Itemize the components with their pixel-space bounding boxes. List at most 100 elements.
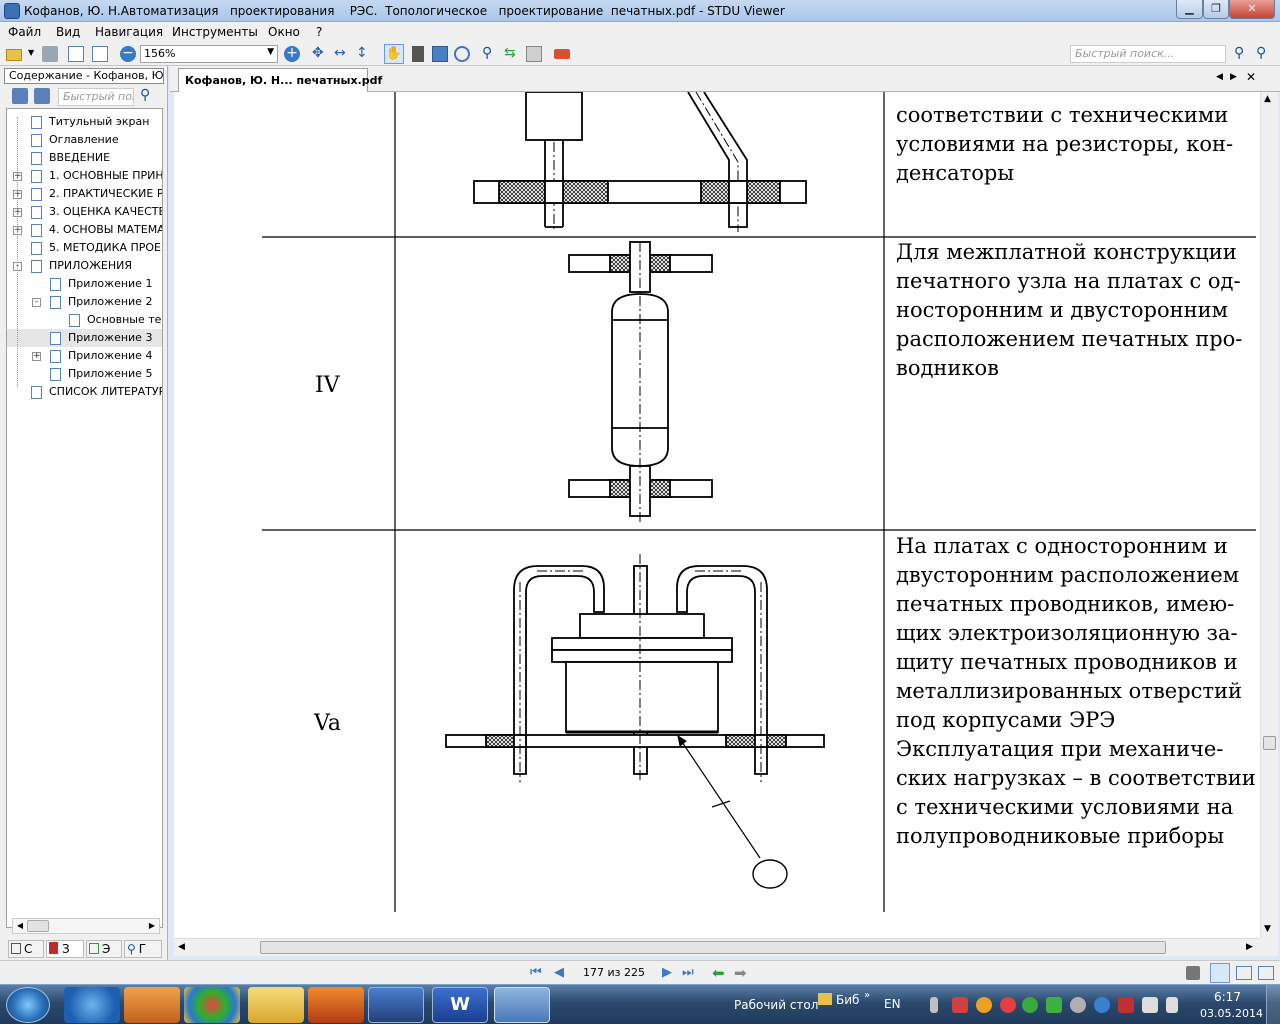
binoculars-icon[interactable]: ⚲ [482,46,498,62]
tree-item[interactable]: + Приложение 4 [7,347,162,365]
stdu-viewer-icon[interactable] [494,987,550,1023]
chevron-icon[interactable]: » [864,990,870,1001]
hand-tool-icon[interactable]: ✋ [384,44,404,64]
zoom-out-icon[interactable]: − [120,46,136,62]
sidebar-tab-bookmarks[interactable]: З [46,940,84,958]
open-folder-icon[interactable] [6,49,22,61]
tree-item[interactable]: Приложение 1 [7,275,162,293]
scroll-right-icon[interactable]: ▶ [1246,942,1253,952]
save-disk-icon[interactable] [368,987,424,1023]
word-icon[interactable]: W [432,987,488,1023]
search-next-icon[interactable]: ⚲ [1256,46,1272,62]
sidebar-horizontal-scrollbar[interactable]: ◀ ▶ [12,918,160,934]
matlab-icon[interactable] [308,987,364,1023]
tray-icon[interactable] [1046,997,1062,1013]
expand-all-icon[interactable] [12,88,28,104]
back-forward-icon[interactable]: ⇆ [504,46,520,62]
sidebar-tab-thumbnails[interactable]: Э [86,940,122,958]
clock-time[interactable]: 6:17 [1214,990,1241,1004]
document-view[interactable]: IV Va р ру соответствии с техническими у… [174,92,1260,938]
scroll-left-icon[interactable]: ◀ [13,919,27,933]
fit-width-icon[interactable]: ↔ [334,46,350,62]
tree-item[interactable]: СПИСОК ЛИТЕРАТУРЫ [7,383,162,401]
folder-label[interactable]: Биб [836,993,859,1007]
page-indicator[interactable]: 177 из 225 [580,964,648,982]
tree-item[interactable]: +4. ОСНОВЫ МАТЕМАТИЧЕСКОГО [7,221,162,239]
document-horizontal-scrollbar[interactable]: ◀ ▶ [174,938,1260,956]
text-select-icon[interactable] [412,46,424,62]
tab-close-icon[interactable]: ✕ [1246,70,1256,84]
collapse-all-icon[interactable] [34,88,50,104]
close-button[interactable]: ✕ [1229,0,1275,19]
image-select-icon[interactable] [432,46,448,62]
show-desktop-button[interactable] [1266,985,1280,1024]
minimize-button[interactable]: ▁ [1176,0,1203,19]
zoom-in-icon[interactable]: + [284,46,300,62]
internet-explorer-icon[interactable] [64,987,120,1023]
explorer-folder-icon[interactable] [248,987,304,1023]
single-page-icon[interactable] [68,46,84,62]
tree-item[interactable]: +2. ПРАКТИЧЕСКИЕ РЕКОМЕНДАЦИИ [7,185,162,203]
document-tab[interactable]: Кофанов, Ю. Н... печатных.pdf [178,68,382,92]
menu-view[interactable]: Вид [56,25,80,39]
sidebar-search-input[interactable]: Быстрый поиск [58,88,134,106]
tree-item[interactable]: ВВЕДЕНИЕ [7,149,162,167]
tray-icon[interactable] [952,997,968,1013]
sidebar-tab-search[interactable]: ⚲ Г [124,940,162,958]
history-back-icon[interactable]: ⬅ [712,964,725,982]
vertical-scroll-thumb[interactable] [1263,736,1276,750]
clock-date[interactable]: 03.05.2014 [1200,1007,1263,1020]
menu-window[interactable]: Окно [268,25,300,39]
maximize-button[interactable]: ❐ [1203,0,1229,19]
tray-icon[interactable] [976,997,992,1013]
tray-icon[interactable] [1070,997,1086,1013]
menu-tools[interactable]: Инструменты [172,25,258,39]
fit-height-icon[interactable]: ↕ [356,46,372,62]
single-page-view-icon[interactable] [1210,963,1230,983]
contents-tab[interactable]: Содержание - Кофанов, Ю. Н. [4,68,164,84]
bookmark-icon[interactable] [554,49,570,59]
media-player-icon[interactable] [124,987,180,1023]
menu-navigation[interactable]: Навигация [95,25,163,39]
menu-file[interactable]: Файл [8,25,41,39]
start-button[interactable] [6,987,50,1023]
scroll-up-icon[interactable]: ▲ [1264,94,1271,104]
prev-page-icon[interactable]: ◀ [554,965,564,980]
quick-search-input[interactable]: Быстрый поиск... [1070,45,1226,63]
copy-icon[interactable] [526,46,542,62]
tree-item[interactable]: Титульный экран [7,113,162,131]
tray-icon[interactable] [1022,997,1038,1013]
language-indicator[interactable]: EN [884,997,901,1011]
first-page-icon[interactable]: ⏮ [530,965,542,980]
two-pages-icon[interactable] [92,46,108,62]
horizontal-scroll-thumb[interactable] [260,941,1166,954]
expand-icon[interactable]: + [32,352,41,361]
search-prev-icon[interactable]: ⚲ [1234,46,1250,62]
network-icon[interactable] [1166,997,1178,1013]
scroll-right-icon[interactable]: ▶ [145,919,159,933]
tree-item[interactable]: +3. ОЦЕНКА КАЧЕСТВА [7,203,162,221]
continuous-view-icon[interactable] [1258,966,1274,980]
collapse-icon[interactable]: - [32,298,41,307]
scroll-down-icon[interactable]: ▼ [1264,924,1271,934]
document-vertical-scrollbar[interactable]: ▲ ▼ [1260,92,1278,938]
tab-next-icon[interactable]: ▶ [1230,72,1237,82]
speaker-icon[interactable] [1142,997,1158,1013]
tree-item[interactable]: Приложение 3 [7,329,162,347]
zoom-select[interactable]: 156% ▼ [140,45,278,63]
sidebar-search-icon[interactable]: ⚲ [140,88,156,104]
tray-icon[interactable] [930,997,938,1013]
print-icon[interactable] [42,46,58,62]
menu-help[interactable]: ? [316,25,322,39]
tray-icon[interactable] [1094,997,1110,1013]
tree-item[interactable]: Приложение 5 [7,365,162,383]
scroll-left-icon[interactable]: ◀ [178,942,185,952]
last-page-icon[interactable]: ⏭ [682,965,694,980]
tray-icon[interactable] [1000,997,1016,1013]
facing-pages-icon[interactable] [1236,966,1252,980]
tab-prev-icon[interactable]: ◀ [1216,72,1223,82]
sidebar-tab-contents[interactable]: С [8,940,44,958]
tree-item[interactable]: +1. ОСНОВНЫЕ ПРИНЦИПЫ [7,167,162,185]
tree-item[interactable]: Оглавление [7,131,162,149]
desktop-label[interactable]: Рабочий стол [734,998,818,1012]
